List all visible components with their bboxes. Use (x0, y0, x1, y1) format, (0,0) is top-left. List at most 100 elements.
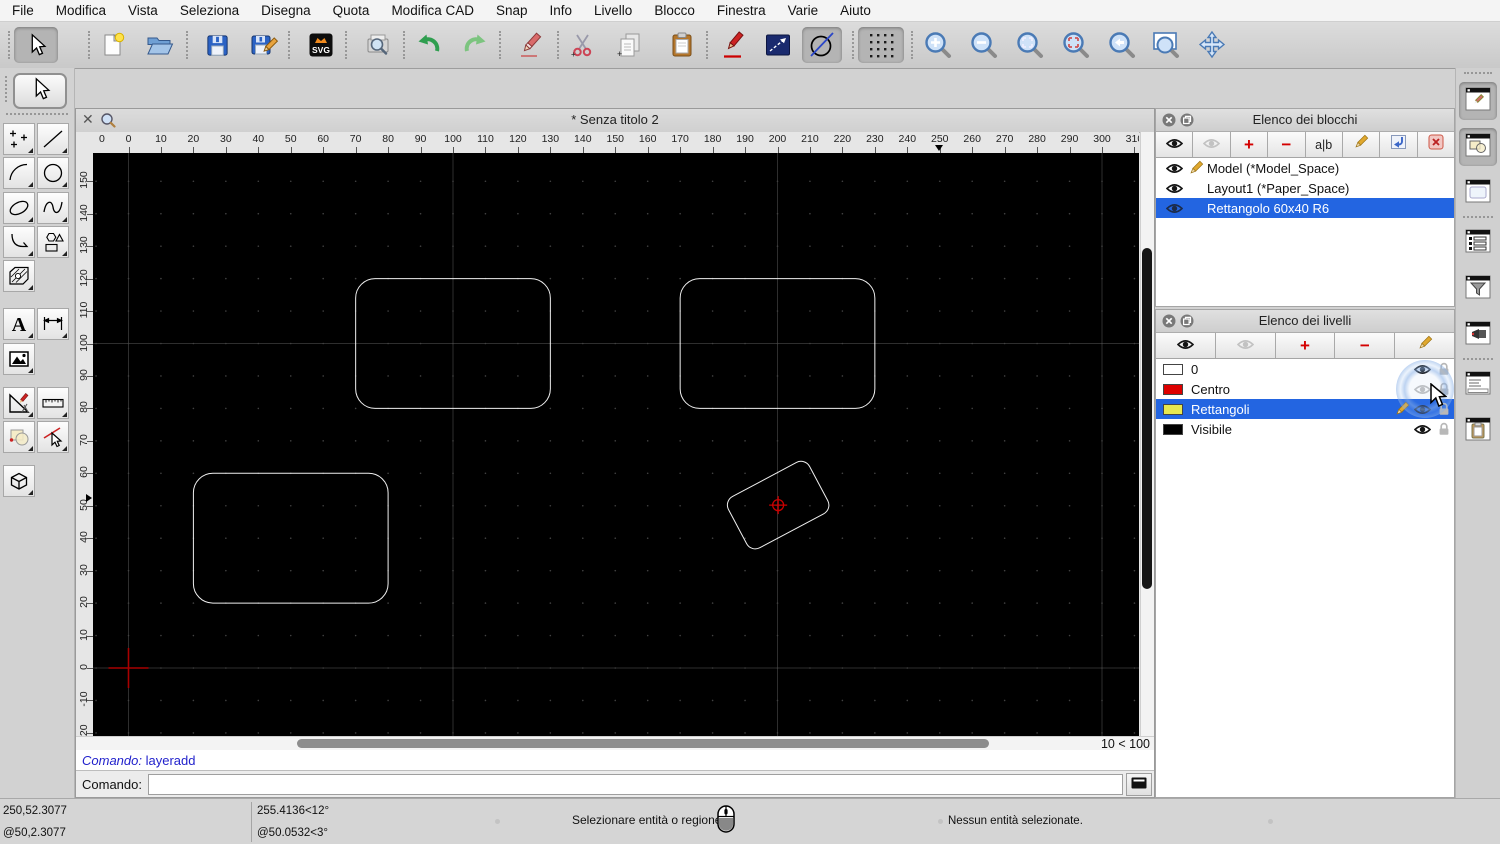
zoom-window-button[interactable] (1148, 27, 1184, 63)
redo-button[interactable] (458, 27, 494, 63)
show-all-layers-button[interactable] (1156, 333, 1215, 358)
layer-lock-icon[interactable] (1433, 382, 1454, 396)
menu-item-vista[interactable]: Vista (128, 3, 158, 18)
menu-item-finestra[interactable]: Finestra (717, 3, 766, 18)
add-block-button[interactable]: + (1231, 132, 1267, 157)
tool-arc-button[interactable] (3, 157, 35, 189)
menu-item-quota[interactable]: Quota (333, 3, 370, 18)
zoom-out-button[interactable] (966, 27, 1002, 63)
block-visibility-icon[interactable] (1163, 163, 1185, 174)
selection-tool-button[interactable] (13, 73, 67, 109)
tool-deselect-button[interactable] (37, 421, 69, 453)
dock-selection-filter-button[interactable] (1459, 270, 1497, 308)
tool-image-button[interactable] (3, 343, 35, 375)
tool-3d-box-button[interactable] (3, 465, 35, 497)
block-edit-slot[interactable] (1185, 160, 1207, 176)
horizontal-scrollbar[interactable]: 10 < 100 (76, 736, 1154, 750)
block-row-layout1[interactable]: Layout1 (*Paper_Space) (1156, 178, 1454, 198)
tool-spline-button[interactable] (37, 192, 69, 224)
save-as-button[interactable] (246, 27, 282, 63)
tool-measure-button[interactable] (37, 387, 69, 419)
horizontal-scrollbar-thumb[interactable] (297, 739, 989, 748)
tool-points-button[interactable] (3, 123, 35, 155)
hide-all-layers-button[interactable] (1216, 333, 1275, 358)
menu-item-modifica[interactable]: Modifica (56, 3, 106, 18)
delete-button[interactable] (513, 27, 549, 63)
select-pointer-button[interactable] (14, 27, 58, 63)
edit-block-button[interactable] (1343, 132, 1379, 157)
tool-shapes-button[interactable] (37, 226, 69, 258)
dock-library-browser-button[interactable] (1459, 128, 1497, 166)
svg-export-button[interactable]: SVG (303, 27, 339, 63)
dock-entity-list-button[interactable] (1459, 224, 1497, 262)
layer-color-swatch[interactable] (1163, 364, 1183, 375)
menu-item-file[interactable]: File (12, 3, 34, 18)
layer-row-centro[interactable]: Centro (1156, 379, 1454, 399)
tool-polyline-button[interactable] (3, 226, 35, 258)
paste-button[interactable] (664, 27, 700, 63)
grid-toggle-button[interactable] (858, 27, 904, 63)
add-layer-button[interactable]: + (1276, 333, 1335, 358)
layer-visibility-icon[interactable] (1412, 364, 1433, 375)
vertical-scrollbar[interactable] (1140, 132, 1154, 736)
edit-layer-button[interactable] (1395, 333, 1454, 358)
hide-all-blocks-button[interactable] (1193, 132, 1229, 157)
layer-edit-slot[interactable] (1391, 401, 1412, 417)
menu-item-snap[interactable]: Snap (496, 3, 528, 18)
drawing-canvas[interactable] (93, 153, 1139, 736)
line-tool-button[interactable] (760, 27, 796, 63)
draw-pencil-button[interactable] (716, 27, 752, 63)
cut-button[interactable]: + (565, 27, 601, 63)
block-row-rettangolo[interactable]: Rettangolo 60x40 R6 (1156, 198, 1454, 218)
menu-item-varie[interactable]: Varie (788, 3, 819, 18)
dock-preview-button[interactable] (1459, 174, 1497, 212)
layer-color-swatch[interactable] (1163, 384, 1183, 395)
open-button[interactable] (142, 27, 178, 63)
menu-item-livello[interactable]: Livello (594, 3, 632, 18)
insert-block-button[interactable] (1380, 132, 1416, 157)
menu-item-aiuto[interactable]: Aiuto (840, 3, 871, 18)
layer-row-0[interactable]: 0 (1156, 359, 1454, 379)
save-button[interactable] (199, 27, 235, 63)
menu-item-disegna[interactable]: Disegna (261, 3, 311, 18)
menu-item-blocco[interactable]: Blocco (654, 3, 695, 18)
undo-button[interactable] (410, 27, 446, 63)
tool-construction-button[interactable] (3, 387, 35, 419)
dock-grip[interactable] (5, 76, 7, 102)
block-visibility-icon[interactable] (1163, 183, 1185, 194)
layer-color-swatch[interactable] (1163, 404, 1183, 415)
zoom-previous-button[interactable] (1104, 27, 1140, 63)
layer-visibility-icon[interactable] (1412, 424, 1433, 435)
copy-button[interactable]: + (612, 27, 648, 63)
dock-grip[interactable] (1464, 72, 1492, 74)
layer-lock-icon[interactable] (1433, 362, 1454, 376)
layer-visibility-icon[interactable] (1412, 404, 1433, 415)
layer-row-visibile[interactable]: Visibile (1156, 419, 1454, 439)
rename-block-button[interactable]: a|b (1306, 132, 1342, 157)
tool-circle-button[interactable] (37, 157, 69, 189)
tool-hatch-button[interactable] (3, 260, 35, 292)
zoom-in-button[interactable] (920, 27, 956, 63)
tool-modify-button[interactable] (3, 421, 35, 453)
dock-render-button[interactable] (1459, 316, 1497, 354)
block-visibility-icon[interactable] (1163, 203, 1185, 214)
keyboard-mode-button[interactable] (1126, 773, 1152, 796)
dock-command-widget-button[interactable] (1459, 366, 1497, 404)
zoom-selection-button[interactable] (1058, 27, 1094, 63)
tool-text-button[interactable]: A (3, 308, 35, 340)
command-input[interactable] (148, 774, 1123, 795)
menu-item-modifica-cad[interactable]: Modifica CAD (391, 3, 474, 18)
tool-line-button[interactable] (37, 123, 69, 155)
print-preview-button[interactable] (360, 27, 396, 63)
new-document-button[interactable] (96, 27, 132, 63)
delete-block-button[interactable] (1418, 132, 1454, 157)
menu-item-seleziona[interactable]: Seleziona (180, 3, 239, 18)
layer-visibility-icon[interactable] (1412, 384, 1433, 395)
block-row-model[interactable]: Model (*Model_Space) (1156, 158, 1454, 178)
layer-lock-icon[interactable] (1433, 402, 1454, 416)
layer-color-swatch[interactable] (1163, 424, 1183, 435)
dock-grip[interactable] (6, 113, 68, 115)
remove-block-button[interactable]: − (1268, 132, 1304, 157)
pan-button[interactable] (1194, 27, 1230, 63)
dock-clipboard-button[interactable] (1459, 412, 1497, 450)
